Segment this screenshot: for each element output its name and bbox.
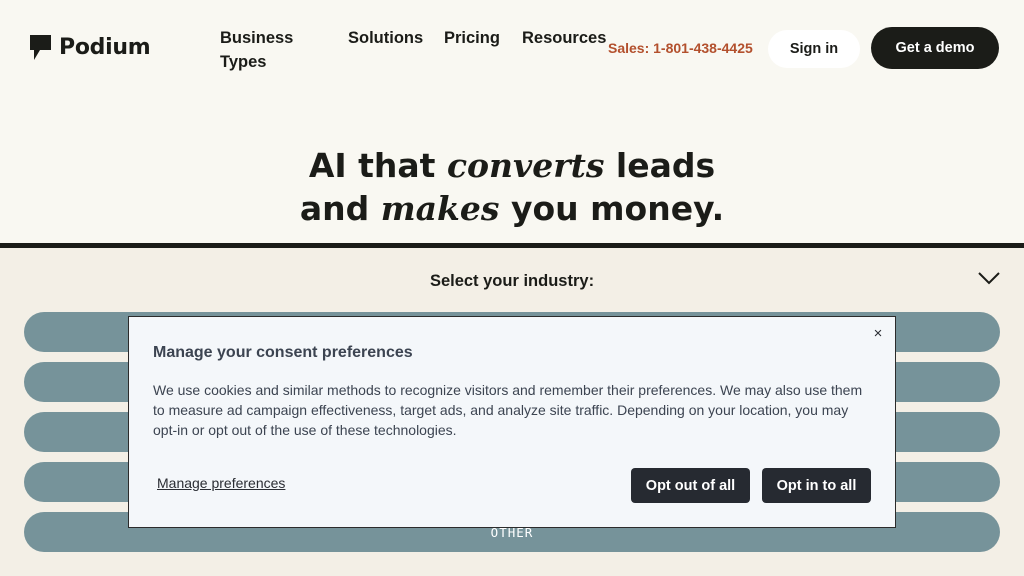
logo-text: Podium [59, 35, 151, 60]
nav-solutions[interactable]: Solutions [348, 26, 423, 50]
manage-preferences-link[interactable]: Manage preferences [157, 475, 285, 491]
close-icon[interactable]: × [869, 325, 887, 343]
nav-resources[interactable]: Resources [522, 26, 606, 50]
hero-line-2: and makes you money. [299, 189, 725, 228]
podium-logo[interactable]: Podium [30, 35, 151, 60]
hero-headline: AI that converts leads and makes you mon… [0, 144, 1024, 230]
podium-logo-icon [30, 35, 51, 60]
get-demo-button[interactable]: Get a demo [871, 27, 999, 69]
industry-select-label: Select your industry: [429, 272, 595, 290]
nav-pricing[interactable]: Pricing [444, 26, 500, 50]
consent-dialog: × Manage your consent preferences We use… [128, 316, 896, 528]
chevron-down-icon[interactable] [977, 270, 1001, 286]
sign-in-button[interactable]: Sign in [768, 30, 860, 68]
opt-in-all-button[interactable]: Opt in to all [762, 468, 871, 503]
nav-business-types[interactable]: Business Types [220, 26, 310, 74]
hero-line-1: AI that converts leads [308, 146, 716, 185]
sales-phone-link[interactable]: Sales: 1-801-438-4425 [608, 40, 753, 56]
consent-title: Manage your consent preferences [153, 344, 413, 361]
opt-out-all-button[interactable]: Opt out of all [631, 468, 750, 503]
consent-body: We use cookies and similar methods to re… [153, 382, 863, 438]
